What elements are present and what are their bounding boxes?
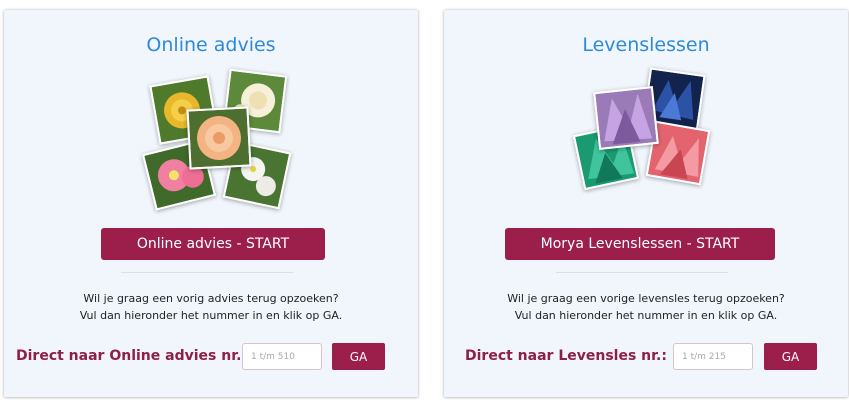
levenslessen-start-button[interactable]: Morya Levenslessen - START xyxy=(505,228,775,260)
direct-levensles-label: Direct naar Levensles nr.: xyxy=(465,348,667,364)
divider xyxy=(556,272,728,273)
peach-rose-photo xyxy=(186,106,252,170)
advies-number-input[interactable] xyxy=(242,343,322,370)
card-title: Levenslessen xyxy=(582,34,710,56)
info-text: Wil je graag een vorige levensles terug … xyxy=(444,290,848,324)
crystal-collage-image xyxy=(572,67,718,195)
amethyst-photo xyxy=(593,86,659,150)
direct-advies-label: Direct naar Online advies nr.: xyxy=(16,348,248,364)
levenslessen-card: Levenslessen Morya Levenslessen - START … xyxy=(444,10,848,397)
levensles-number-input[interactable] xyxy=(673,343,753,370)
info-text: Wil je graag een vorig advies terug opzo… xyxy=(4,290,418,324)
online-advies-start-button[interactable]: Online advies - START xyxy=(101,228,325,260)
online-advies-card: Online advies Online advies - START Wil … xyxy=(4,10,418,397)
info-line-1: Wil je graag een vorig advies terug opzo… xyxy=(83,292,339,305)
divider xyxy=(121,272,293,273)
info-line-2: Vul dan hieronder het nummer in en klik … xyxy=(79,309,343,322)
info-line-1: Wil je graag een vorige levensles terug … xyxy=(507,292,785,305)
card-title: Online advies xyxy=(146,34,276,56)
advies-ga-button[interactable]: GA xyxy=(332,343,385,370)
levensles-ga-button[interactable]: GA xyxy=(764,343,817,370)
rose-collage-image xyxy=(136,66,294,214)
info-line-2: Vul dan hieronder het nummer in en klik … xyxy=(514,309,778,322)
